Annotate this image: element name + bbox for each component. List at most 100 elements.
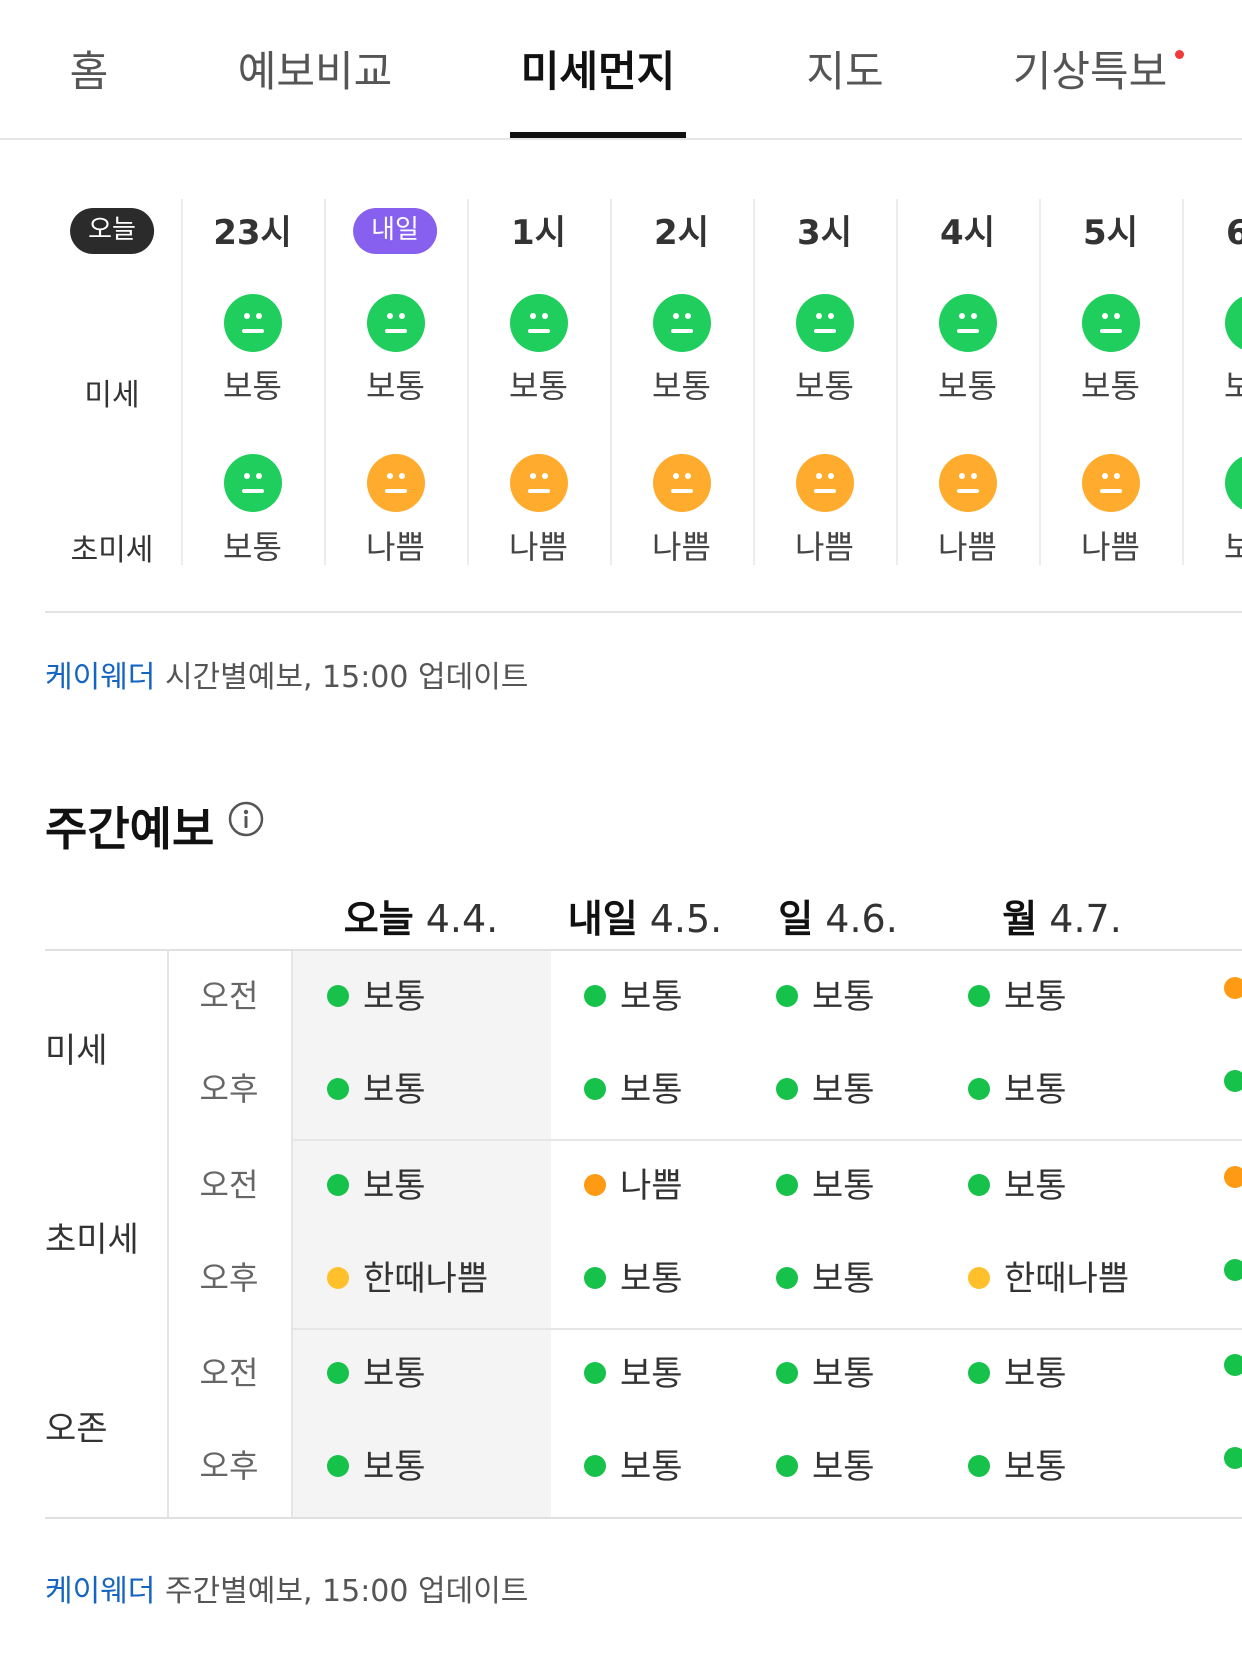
- forecast-cell: 보통: [776, 1158, 875, 1207]
- pm-label: 오후: [199, 1259, 259, 1297]
- pm25-status: 나쁨: [795, 528, 854, 566]
- tomorrow-badge: 내일: [353, 208, 437, 254]
- hour-column: 3시보통나쁨: [753, 195, 896, 570]
- time-column-line: [291, 951, 293, 1517]
- forecast-cell: [1224, 1062, 1242, 1102]
- neutral-face-icon: [939, 454, 997, 512]
- hourly-forecast[interactable]: 오늘 미세 초미세 23시 보통 보통 내일 보통 나쁨 1시 보통 나쁨 2시 보통 나쁨 3시 보통 나…: [0, 195, 1242, 575]
- hour-column: 4시 보통 나쁨: [896, 195, 1039, 570]
- group-column-line: [167, 951, 169, 1517]
- top-tab-bar: 홈 예보비교 미세먼지 지도 기상특보: [0, 0, 1242, 140]
- status-dot-icon: [1224, 1353, 1242, 1376]
- hour-column: 1시 보통 나쁨: [467, 195, 610, 570]
- pm10-row-label: 미세: [84, 378, 140, 413]
- status-dot-icon: [1224, 1165, 1242, 1188]
- table-bottom-line: [45, 1517, 1242, 1519]
- status-dot-icon: [968, 1266, 990, 1289]
- day-name: 오늘: [343, 897, 414, 941]
- status-text: 보통: [363, 1166, 426, 1206]
- status-text: 한때나쁨: [1004, 1259, 1130, 1299]
- neutral-face-icon: [367, 294, 425, 352]
- status-text: 보통: [620, 1447, 683, 1487]
- weekly-source-brand-link[interactable]: 케이웨더: [45, 1574, 155, 1609]
- neutral-face-icon: [796, 454, 854, 512]
- hour-label: 2시: [654, 213, 709, 253]
- hour-label: 5시: [1083, 213, 1138, 253]
- day-date: 4.4.: [413, 897, 499, 941]
- forecast-cell: 보통: [584, 969, 683, 1018]
- forecast-cell: 보통: [584, 1251, 683, 1300]
- source-brand-link[interactable]: 케이웨더: [45, 660, 155, 695]
- status-dot-icon: [327, 1454, 349, 1477]
- forecast-cell: 한때나쁨: [968, 1251, 1129, 1300]
- neutral-face-icon: [1225, 454, 1242, 512]
- status-text: 보통: [363, 977, 426, 1017]
- hourly-source-text: 시간별예보, 15:00 업데이트: [155, 660, 529, 695]
- status-dot-icon: [584, 1077, 606, 1100]
- status-dot-icon: [327, 1361, 349, 1384]
- status-text: 보통: [620, 1259, 683, 1299]
- pm10-status: 보통: [795, 367, 854, 405]
- status-dot-icon: [584, 1454, 606, 1477]
- forecast-cell: 보통: [968, 1062, 1067, 1111]
- pm-label: 오후: [199, 1447, 259, 1485]
- day-header: 내일 4.5.: [568, 888, 723, 943]
- pm25-status: 나쁨: [366, 528, 425, 566]
- status-dot-icon: [327, 1077, 349, 1100]
- tab-map[interactable]: 지도: [806, 38, 883, 99]
- alert-dot: [1175, 50, 1184, 59]
- status-dot-icon: [584, 1266, 606, 1289]
- status-text: 보통: [1004, 1354, 1067, 1394]
- tab-home[interactable]: 홈: [70, 38, 109, 99]
- weekly-title: 주간예보: [45, 802, 215, 856]
- status-dot-icon: [776, 1361, 798, 1384]
- pm25-status: 나쁨: [1081, 528, 1140, 566]
- group-separator: [293, 1139, 1242, 1141]
- neutral-face-icon: [1225, 294, 1242, 352]
- pm25-status: 나쁨: [652, 528, 711, 566]
- neutral-face-icon: [224, 294, 282, 352]
- hour-label: 3시: [797, 213, 852, 253]
- forecast-cell: 보통: [327, 1062, 426, 1111]
- forecast-cell: 보통: [776, 1251, 875, 1300]
- neutral-face-icon: [796, 294, 854, 352]
- forecast-cell: [1224, 1158, 1242, 1198]
- status-text: 보통: [1004, 1166, 1067, 1206]
- neutral-face-icon: [510, 454, 568, 512]
- forecast-cell: 나쁨: [584, 1158, 683, 1207]
- forecast-cell: 보통: [968, 1439, 1067, 1488]
- status-dot-icon: [968, 1454, 990, 1477]
- forecast-cell: 보통: [968, 969, 1067, 1018]
- forecast-cell: [1224, 1439, 1242, 1479]
- neutral-face-icon: [224, 454, 282, 512]
- pollutant-label: 초미세: [45, 1220, 139, 1260]
- pm25-status: 나쁨: [509, 528, 568, 566]
- status-text: 보통: [620, 1070, 683, 1110]
- tab-forecast-compare[interactable]: 예보비교: [238, 38, 393, 99]
- hour-label: 4시: [940, 213, 995, 253]
- pollutant-label: 미세: [45, 1031, 108, 1071]
- info-icon[interactable]: [228, 801, 264, 837]
- status-dot-icon: [776, 1077, 798, 1100]
- status-text: 보통: [363, 1070, 426, 1110]
- forecast-cell: 보통: [584, 1062, 683, 1111]
- neutral-face-icon: [653, 454, 711, 512]
- forecast-cell: 한때나쁨: [327, 1251, 488, 1300]
- status-dot-icon: [1224, 1069, 1242, 1092]
- forecast-cell: 보통: [776, 1346, 875, 1395]
- pm25-row-label: 초미세: [70, 533, 154, 568]
- hour-column: 6시보통보통: [1182, 195, 1242, 570]
- neutral-face-icon: [653, 294, 711, 352]
- tab-fine-dust[interactable]: 미세먼지: [521, 38, 676, 99]
- status-dot-icon: [584, 1173, 606, 1196]
- status-text: 보통: [1004, 1447, 1067, 1487]
- hourly-divider: [45, 611, 1242, 613]
- status-text: 보통: [1004, 977, 1067, 1017]
- tab-weather-alert[interactable]: 기상특보: [1013, 38, 1168, 99]
- status-text: 보통: [812, 1259, 875, 1299]
- status-text: 보통: [812, 1166, 875, 1206]
- status-text: 보통: [812, 977, 875, 1017]
- status-text: 나쁨: [620, 1166, 683, 1206]
- status-dot-icon: [1224, 976, 1242, 999]
- hour-label: 6시: [1226, 213, 1242, 253]
